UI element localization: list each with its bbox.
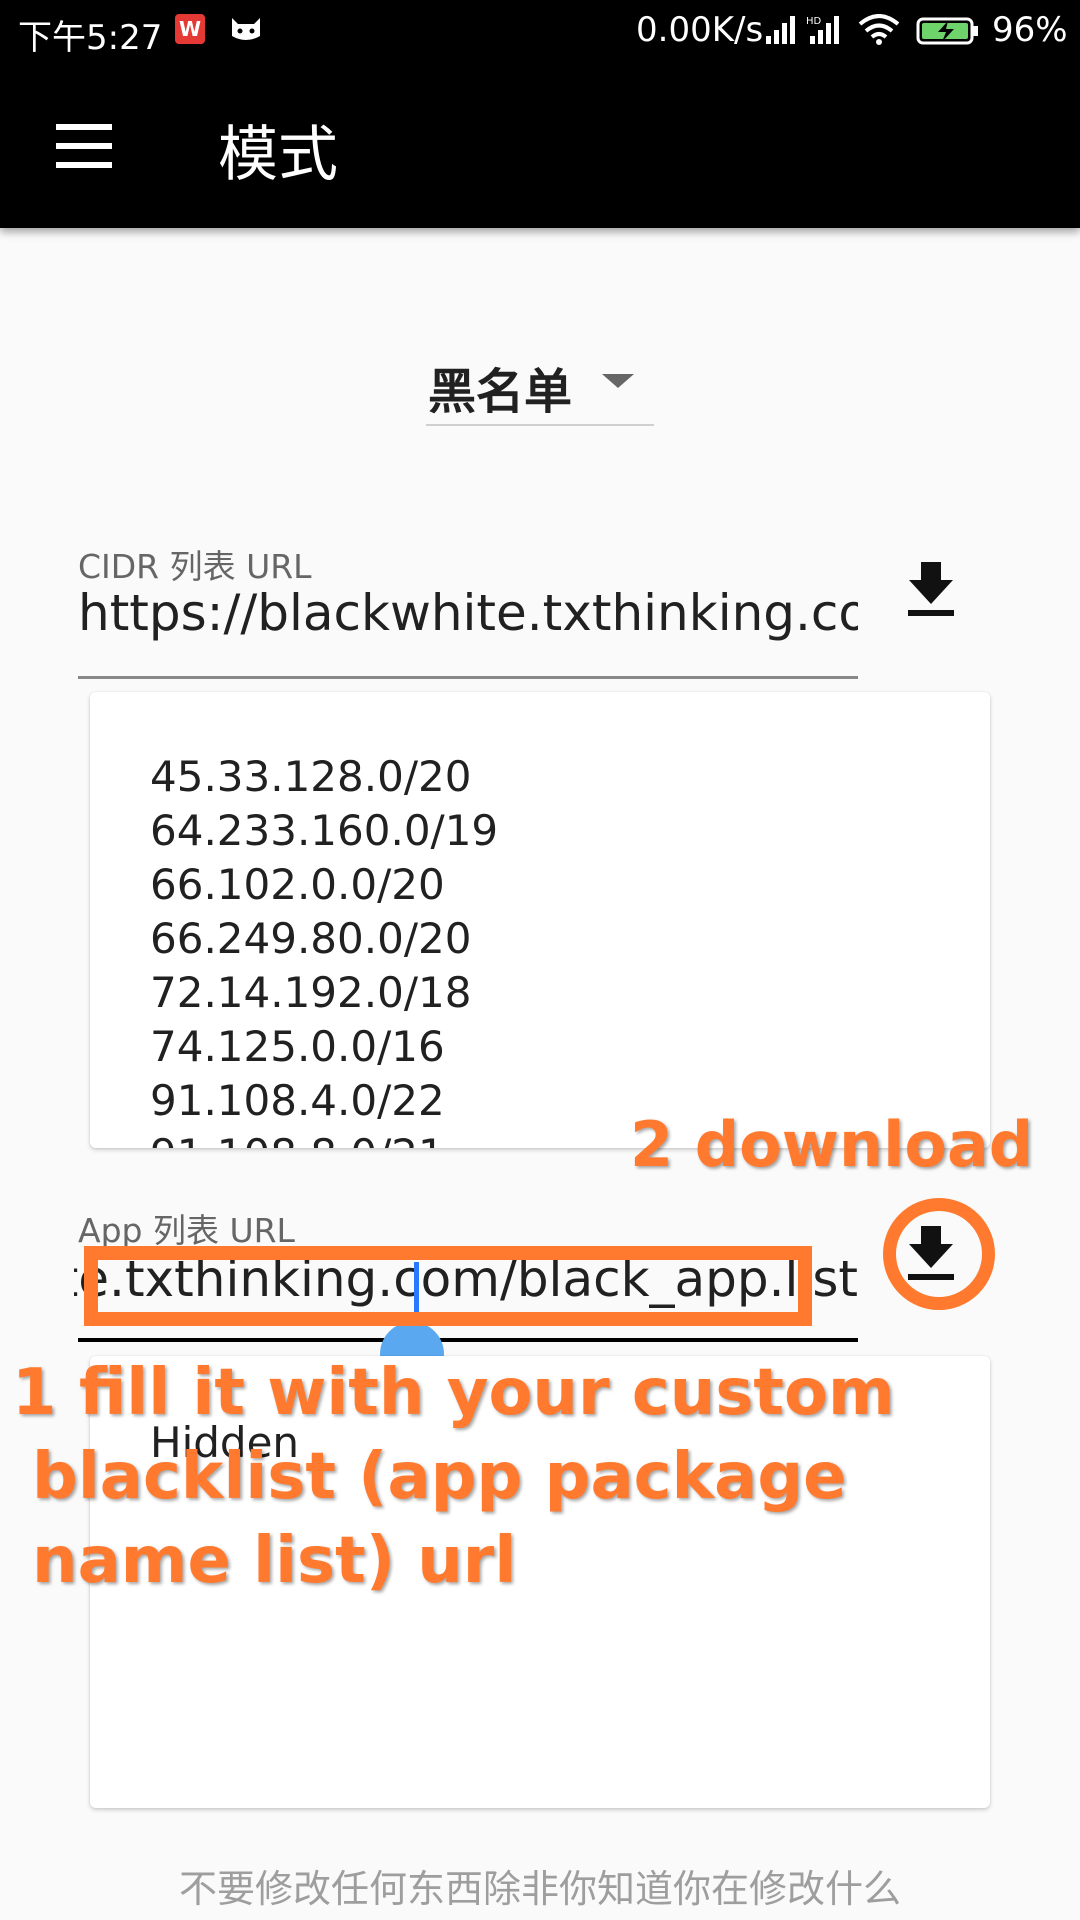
- status-time: 下午5:27: [18, 18, 163, 58]
- annotation-highlight-circle: [883, 1198, 995, 1310]
- page-title: 模式: [218, 120, 338, 190]
- battery-charging-icon: [916, 17, 978, 45]
- cidr-url-label: CIDR 列表 URL: [78, 547, 312, 586]
- mode-selected-value: 黑名单: [428, 364, 573, 420]
- status-bar: 下午5:27 W 0.00K/s HD 96%: [0, 0, 1080, 62]
- cidr-list-item: 74.125.0.0/16: [150, 1022, 445, 1071]
- annotation-highlight-box: [84, 1246, 812, 1326]
- wps-office-icon: W: [175, 14, 205, 44]
- warning-note: 不要修改任何东西除非你知道你在修改什么: [178, 1867, 901, 1911]
- battery-percent: 96%: [992, 10, 1068, 50]
- annotation-step-1-line-2: blacklist (app package: [32, 1440, 847, 1514]
- annotation-step-2: 2 download: [630, 1108, 1034, 1181]
- caret-down-icon: [602, 374, 634, 388]
- cidr-list-item: 91.108.8.0/21: [150, 1128, 498, 1148]
- cidr-list: 45.33.128.0/20 64.233.160.0/19 66.102.0.…: [150, 750, 498, 1148]
- hamburger-menu-icon[interactable]: [56, 124, 112, 168]
- svg-text:HD: HD: [806, 16, 822, 27]
- cidr-list-item: 72.14.192.0/18: [150, 968, 472, 1017]
- network-speed: 0.00K/s: [636, 10, 764, 50]
- hd-signal-icon: HD: [806, 16, 839, 44]
- cidr-list-item: 91.108.4.0/22: [150, 1076, 445, 1125]
- cidr-list-item: 45.33.128.0/20: [150, 752, 472, 801]
- cidr-download-icon[interactable]: [906, 562, 956, 618]
- cidr-list-card[interactable]: 45.33.128.0/20 64.233.160.0/19 66.102.0.…: [90, 692, 990, 1148]
- annotation-step-1-line-1: 1 fill it with your custom: [12, 1356, 895, 1430]
- signal-icon: [766, 16, 795, 44]
- cidr-list-item: 66.102.0.0/20: [150, 860, 445, 909]
- app-bar: 模式: [0, 62, 1080, 228]
- cidr-list-item: 66.249.80.0/20: [150, 914, 472, 963]
- cat-app-icon: [232, 18, 260, 40]
- cidr-list-item: 64.233.160.0/19: [150, 806, 499, 855]
- app-url-label: App 列表 URL: [78, 1211, 295, 1250]
- mode-dropdown[interactable]: 黑名单: [426, 346, 654, 426]
- cidr-url-input[interactable]: https://blackwhite.txthinking.com/: [78, 584, 858, 642]
- app-url-underline: [78, 1338, 858, 1342]
- wifi-icon: [858, 14, 900, 45]
- cidr-url-underline: [78, 676, 858, 679]
- annotation-step-1-line-3: name list) url: [32, 1524, 517, 1598]
